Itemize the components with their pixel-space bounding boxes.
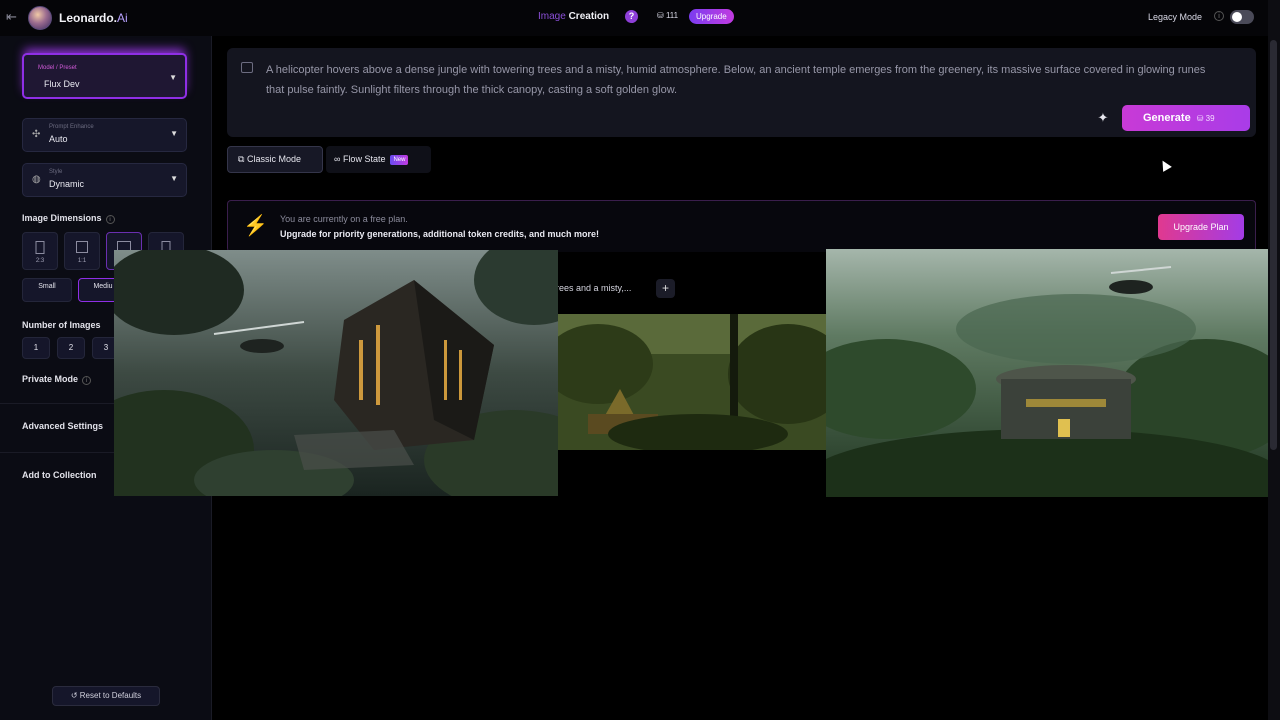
tab-flow-state[interactable]: ∞ Flow State New: [326, 146, 431, 173]
reset-label: Reset to Defaults: [79, 691, 142, 700]
style-value: Dynamic: [49, 179, 85, 189]
new-badge: New: [390, 154, 409, 165]
sparkle-icon: ✣: [32, 129, 41, 140]
magic-sparkle-icon[interactable]: ✦: [1094, 109, 1112, 127]
palette-icon: ◍: [32, 174, 41, 185]
size-small-button[interactable]: Small: [22, 278, 72, 302]
ratio-1-1-button[interactable]: 1:1: [64, 232, 100, 270]
portrait-icon: [35, 241, 45, 254]
prompt-enhance-value: Auto: [49, 134, 68, 144]
prompt-input[interactable]: A helicopter hovers above a dense jungle…: [266, 60, 1226, 100]
model-preset-label: Model / Preset: [38, 65, 77, 71]
reset-icon: ↺: [70, 691, 78, 700]
style-dropdown[interactable]: ◍ Style Dynamic ▼: [22, 163, 187, 197]
free-plan-notice: You are currently on a free plan.: [280, 214, 408, 224]
square-icon: [76, 241, 88, 253]
upgrade-pitch: Upgrade for priority generations, additi…: [280, 229, 600, 239]
image-icon[interactable]: [241, 62, 253, 73]
generated-image-temple-aerial[interactable]: [114, 250, 558, 496]
scrollbar-thumb[interactable]: [1270, 40, 1277, 450]
logo-avatar[interactable]: [28, 6, 52, 30]
add-to-collection-toggle[interactable]: Add to Collection: [22, 470, 97, 480]
num-images-1-button[interactable]: 1: [22, 337, 50, 359]
prompt-enhance-dropdown[interactable]: ✣ Prompt Enhance Auto ▼: [22, 118, 187, 152]
chevron-down-icon: ▼: [170, 129, 178, 138]
lightning-icon: ⚡: [243, 215, 268, 237]
prompt-enhance-label: Prompt Enhance: [49, 124, 94, 130]
upgrade-plan-button[interactable]: Upgrade Plan: [1158, 214, 1244, 240]
info-icon[interactable]: i: [82, 376, 92, 385]
token-count: ⛁ 111: [657, 11, 679, 20]
upgrade-button[interactable]: Upgrade: [689, 9, 734, 24]
private-mode-title: Private Mode i: [22, 374, 92, 385]
image-art: [826, 249, 1268, 497]
classic-mode-icon: ⧉: [238, 154, 245, 164]
chevron-down-icon: ▼: [169, 73, 177, 82]
legacy-mode-label: Legacy Mode: [1148, 12, 1203, 22]
mouse-cursor: [1158, 158, 1172, 172]
advanced-settings-toggle[interactable]: Advanced Settings: [22, 421, 103, 431]
tab-classic-label: Classic Mode: [246, 154, 301, 164]
tab-flow-label: Flow State: [342, 154, 386, 164]
chevron-down-icon: ▼: [170, 174, 178, 183]
style-label: Style: [49, 169, 63, 175]
generated-image-jungle-temple[interactable]: [558, 314, 826, 450]
size-label: Small: [38, 283, 56, 290]
image-art: [114, 250, 558, 496]
ratio-label: 1:1: [77, 258, 87, 264]
legacy-mode-toggle[interactable]: [1230, 10, 1254, 24]
reset-defaults-button[interactable]: ↺ Reset to Defaults: [52, 686, 160, 706]
image-art: [558, 314, 826, 450]
number-of-images-title: Number of Images: [22, 320, 101, 330]
tab-classic-mode[interactable]: ⧉ Classic Mode: [227, 146, 323, 173]
free-plan-banner: [227, 200, 1256, 252]
brand-name[interactable]: Leonardo.Ai: [59, 11, 128, 25]
add-icon[interactable]: +: [656, 279, 675, 298]
infinity-icon: ∞: [334, 154, 341, 164]
generate-button[interactable]: Generate ⛁ 39: [1122, 105, 1250, 131]
back-arrow-icon[interactable]: ⇤: [6, 9, 17, 25]
breadcrumb: Image Creation: [538, 11, 610, 22]
generated-image-jungle-ruins[interactable]: [826, 249, 1268, 497]
generation-prompt-label: rees and a misty,...: [556, 283, 632, 293]
top-bar: [0, 0, 1280, 36]
num-images-2-button[interactable]: 2: [57, 337, 85, 359]
ratio-label: 2:3: [35, 258, 45, 264]
info-icon[interactable]: i: [1214, 11, 1224, 21]
info-icon[interactable]: i: [105, 215, 115, 224]
model-preset-dropdown[interactable]: Model / Preset Flux Dev ▼: [22, 53, 187, 99]
model-preset-value: Flux Dev: [44, 79, 80, 89]
ratio-2-3-button[interactable]: 2:3: [22, 232, 58, 270]
image-dimensions-title: Image Dimensions i: [22, 213, 115, 224]
help-icon[interactable]: ?: [625, 10, 638, 23]
